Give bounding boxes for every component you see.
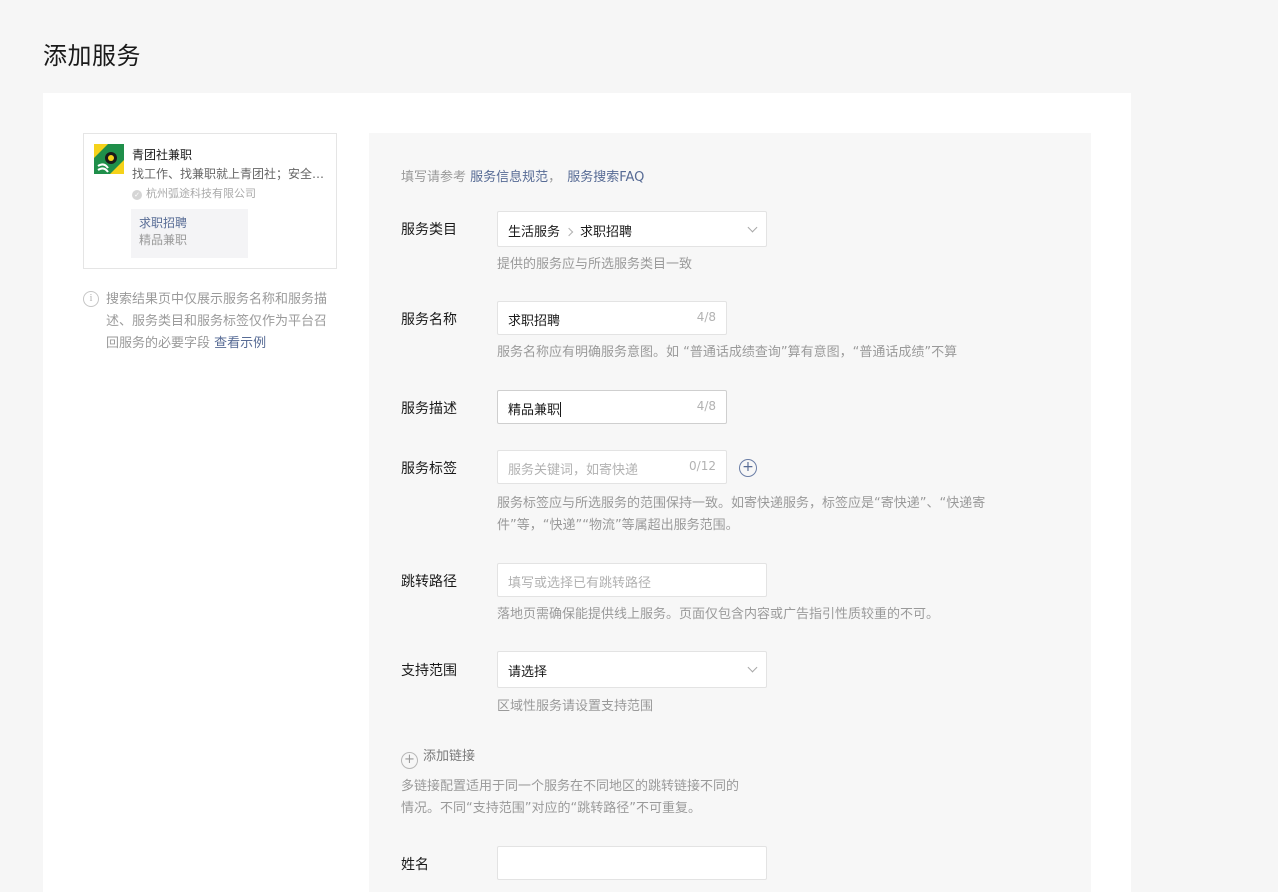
preview-service-desc: 找工作、找兼职就上青团社；安全靠谱，海量兼职任你选 bbox=[132, 167, 328, 181]
jump-path-placeholder: 填写或选择已有跳转路径 bbox=[508, 576, 652, 591]
category-path: 生活服务 求职招聘 bbox=[508, 221, 632, 240]
reference-prefix: 填写请参考 bbox=[401, 170, 467, 185]
verified-icon: ✓ bbox=[132, 190, 142, 200]
service-tags-hint: 服务标签应与所选服务的范围保持一致。如寄快递服务，标签应是“寄快递”、“快递寄 … bbox=[497, 493, 985, 537]
preview-tag-name: 求职招聘 bbox=[139, 216, 188, 230]
category-hint: 提供的服务应与所选服务类目一致 bbox=[497, 257, 693, 272]
service-name-value: 求职招聘 bbox=[508, 314, 561, 329]
add-link-hint-line1: 多链接配置适用于同一个服务在不同地区的跳转链接不同的 bbox=[401, 779, 740, 794]
info-icon: i bbox=[83, 291, 99, 307]
chevron-right-icon bbox=[564, 227, 574, 237]
service-name-label: 服务名称 bbox=[401, 312, 457, 328]
add-link-label: 添加链接 bbox=[423, 749, 476, 764]
service-tags-label: 服务标签 bbox=[401, 461, 457, 477]
preview-service-name: 青团社兼职 bbox=[132, 148, 193, 162]
service-search-faq-link[interactable]: 服务搜索FAQ bbox=[567, 170, 644, 185]
service-desc-value: 精品兼职 bbox=[508, 402, 562, 418]
service-desc-label: 服务描述 bbox=[401, 401, 457, 417]
service-tag-counter: 0/12 bbox=[689, 459, 716, 473]
category-level1: 生活服务 bbox=[508, 225, 561, 240]
scope-select[interactable]: 请选择 bbox=[497, 651, 767, 688]
fullname-input[interactable] bbox=[497, 846, 767, 880]
service-desc-input[interactable]: 精品兼职 4/8 bbox=[497, 390, 727, 424]
preview-company: ✓ 杭州弧途科技有限公司 bbox=[132, 185, 256, 201]
scope-value: 请选择 bbox=[508, 665, 548, 680]
add-link-hint-line2: 情况。不同“支持范围”对应的“跳转路径”不可重复。 bbox=[401, 801, 701, 816]
add-tag-icon[interactable]: + bbox=[739, 459, 757, 477]
preview-tip: i 搜索结果页中仅展示服务名称和服务描述、服务类目和服务标签仅作为平台召回服务的… bbox=[83, 289, 333, 355]
service-name-counter: 4/8 bbox=[696, 310, 716, 324]
text-cursor bbox=[560, 402, 562, 417]
reference-line: 填写请参考 服务信息规范， 服务搜索FAQ bbox=[401, 166, 644, 185]
jump-path-input[interactable]: 填写或选择已有跳转路径 bbox=[497, 563, 767, 597]
jump-path-hint: 落地页需确保能提供线上服务。页面仅包含内容或广告指引性质较重的不可。 bbox=[497, 607, 940, 622]
plus-circle-icon: + bbox=[401, 752, 418, 769]
preview-service-tag: 求职招聘 精品兼职 bbox=[131, 209, 248, 258]
category-level2: 求职招聘 bbox=[580, 225, 633, 240]
reference-separator: ， bbox=[548, 170, 562, 185]
chevron-down-icon bbox=[747, 662, 758, 673]
service-tag-input[interactable]: 服务关键词，如寄快递 0/12 bbox=[497, 450, 727, 484]
preview-tag-desc: 精品兼职 bbox=[139, 233, 188, 247]
service-tag-placeholder: 服务关键词，如寄快递 bbox=[508, 463, 639, 478]
scope-hint: 区域性服务请设置支持范围 bbox=[497, 699, 654, 714]
add-link-button[interactable]: + 添加链接 bbox=[401, 745, 475, 769]
service-tags-hint-line1: 服务标签应与所选服务的范围保持一致。如寄快递服务，标签应是“寄快递”、“快递寄 bbox=[497, 496, 986, 511]
form-panel: 填写请参考 服务信息规范， 服务搜索FAQ 服务类目 生活服务 求职招聘 提供的服务… bbox=[369, 133, 1091, 892]
category-label: 服务类目 bbox=[401, 222, 457, 238]
scope-label: 支持范围 bbox=[401, 663, 457, 679]
app-logo bbox=[94, 144, 124, 174]
service-name-hint: 服务名称应有明确服务意图。如 “普通话成绩查询”算有意图，“普通话成绩”不算 bbox=[497, 345, 958, 360]
category-select[interactable]: 生活服务 求职招聘 bbox=[497, 211, 767, 247]
service-tags-hint-line2: 件”等，“快递”“物流”等属超出服务范围。 bbox=[497, 518, 739, 533]
page-title: 添加服务 bbox=[43, 42, 141, 70]
form-card: 青团社兼职 找工作、找兼职就上青团社；安全靠谱，海量兼职任你选 ✓ 杭州弧途科技有… bbox=[43, 93, 1131, 892]
search-result-preview: 青团社兼职 找工作、找兼职就上青团社；安全靠谱，海量兼职任你选 ✓ 杭州弧途科技有… bbox=[83, 133, 337, 269]
service-name-input[interactable]: 求职招聘 4/8 bbox=[497, 301, 727, 335]
preview-company-name: 杭州弧途科技有限公司 bbox=[146, 187, 256, 200]
fullname-label: 姓名 bbox=[401, 857, 429, 873]
jump-path-label: 跳转路径 bbox=[401, 574, 457, 590]
chevron-down-icon bbox=[747, 222, 758, 233]
add-link-hint: 多链接配置适用于同一个服务在不同地区的跳转链接不同的 情况。不同“支持范围”对应… bbox=[401, 776, 739, 820]
service-desc-counter: 4/8 bbox=[696, 399, 716, 413]
view-example-link[interactable]: 查看示例 bbox=[214, 336, 266, 351]
service-info-spec-link[interactable]: 服务信息规范 bbox=[470, 170, 548, 185]
